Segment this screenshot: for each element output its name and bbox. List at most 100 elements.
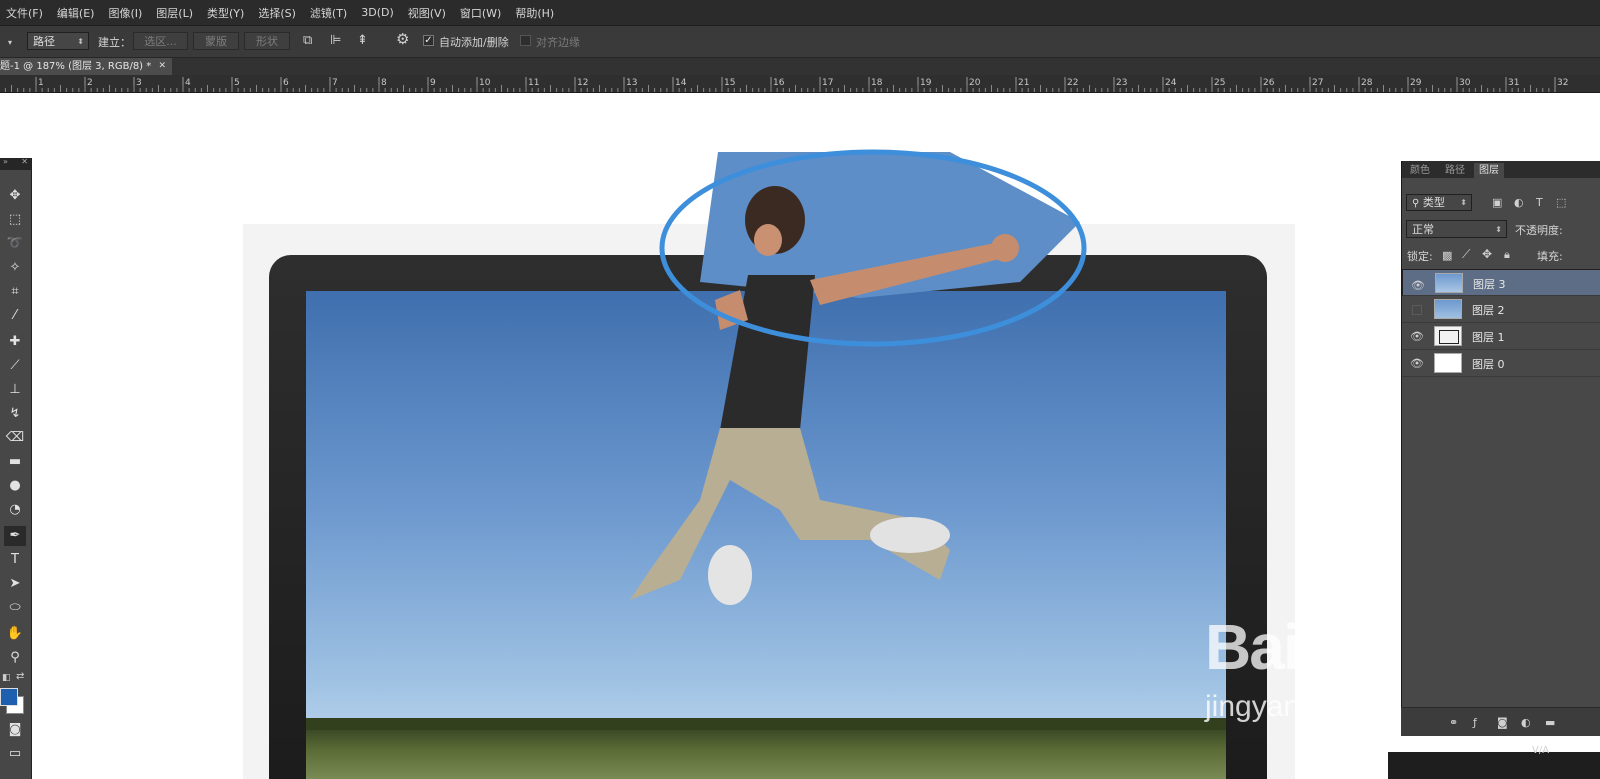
lock-transparency-icon[interactable]: ▩ — [1442, 249, 1452, 262]
auto-add-delete-checkbox[interactable]: ✓ — [423, 35, 434, 46]
layer-thumbnail — [1434, 326, 1462, 346]
close-icon[interactable]: ✕ — [158, 58, 166, 75]
quick-mask-icon[interactable]: ◙ — [4, 720, 26, 740]
marquee-tool-icon[interactable]: ⬚ — [4, 210, 26, 230]
layer-row[interactable]: 👁︎ 图层 3 — [1402, 269, 1600, 296]
healing-tool-icon[interactable]: ✚ — [4, 332, 26, 352]
make-shape-button[interactable]: 形状 — [244, 32, 290, 50]
eye-icon[interactable]: 👁︎ — [1410, 330, 1424, 343]
image-filter-icon[interactable]: ▣ — [1492, 196, 1502, 209]
ruler-label: 23 — [1116, 78, 1127, 88]
adjustment-layer-icon[interactable]: ◐ — [1521, 716, 1531, 729]
lock-pixels-icon[interactable]: ⟋ — [1462, 248, 1470, 261]
lock-position-icon[interactable]: ✥ — [1482, 248, 1492, 261]
menu-select[interactable]: 选择(S) — [251, 5, 303, 21]
gradient-tool-icon[interactable]: ▬ — [4, 452, 26, 472]
dodge-tool-icon[interactable]: ◔ — [4, 500, 26, 520]
tool-preset-arrow-icon[interactable]: ▾ — [8, 36, 12, 49]
layer-name: 图层 1 — [1472, 331, 1505, 344]
menu-bar: 文件(F) 编辑(E) 图像(I) 图层(L) 类型(Y) 选择(S) 滤镜(T… — [0, 0, 1600, 26]
menu-help[interactable]: 帮助(H) — [508, 5, 561, 21]
ruler-label: 3 — [136, 78, 142, 88]
blur-tool-icon[interactable]: ● — [4, 476, 26, 496]
blend-mode-select[interactable]: 正常 ⬍ — [1406, 220, 1507, 238]
horizontal-ruler[interactable]: 1 2 3 4 5 6 7 8 9 10 11 12 13 14 15 16 17 18 19 20 21 22 23 24 2… — [0, 75, 1600, 93]
gear-icon[interactable]: ⚙ — [396, 32, 409, 47]
make-selection-button[interactable]: 选区... — [133, 32, 188, 50]
adjustment-filter-icon[interactable]: ◐ — [1514, 196, 1524, 209]
path-arrangement-icon[interactable]: ⇞ — [357, 34, 368, 47]
hand-tool-icon[interactable]: ✋ — [4, 624, 26, 644]
path-select-tool-icon[interactable]: ➤ — [4, 574, 26, 594]
fx-icon[interactable]: ƒ — [1473, 716, 1477, 729]
menu-file[interactable]: 文件(F) — [0, 5, 50, 21]
ellipse-tool-icon[interactable]: ⬭ — [4, 598, 26, 618]
menu-image[interactable]: 图像(I) — [101, 5, 149, 21]
align-edges-checkbox[interactable] — [520, 35, 531, 46]
zoom-tool-icon[interactable]: ⚲ — [4, 648, 26, 668]
foreground-color-swatch[interactable] — [0, 688, 18, 706]
move-tool-icon[interactable]: ✥ — [4, 186, 26, 206]
ruler-label: 9 — [430, 78, 436, 88]
pen-mode-select[interactable]: 路径 ⬍ — [27, 32, 89, 50]
screen-mode-icon[interactable]: ▭ — [4, 744, 26, 764]
menu-window[interactable]: 窗口(W) — [453, 5, 508, 21]
menu-layer[interactable]: 图层(L) — [149, 5, 200, 21]
magic-wand-tool-icon[interactable]: ✧ — [4, 258, 26, 278]
make-mask-button[interactable]: 蒙版 — [193, 32, 239, 50]
add-mask-icon[interactable]: ◙ — [1497, 716, 1508, 729]
shape-filter-icon[interactable]: ⬚ — [1556, 196, 1566, 209]
layer-filter-value: 类型 — [1422, 196, 1445, 209]
eyedropper-tool-icon[interactable]: ⁄ — [4, 306, 26, 326]
toolbox-header[interactable]: » ✕ — [0, 157, 31, 170]
layers-panel-footer: ⚭ ƒ ◙ ◐ ▬ — [1401, 707, 1600, 736]
lasso-tool-icon[interactable]: ➰ — [4, 234, 26, 254]
eraser-tool-icon[interactable]: ⌫ — [4, 428, 26, 448]
menu-edit[interactable]: 编辑(E) — [50, 5, 102, 21]
layers-panel: 颜色 路径 图层 ⚲ 类型 ⬍ ▣ ◐ T ⬚ 正常 ⬍ 不透明度: 锁定: ▩… — [1401, 161, 1600, 735]
updown-arrow-icon: ⬍ — [1460, 198, 1467, 207]
type-filter-icon[interactable]: T — [1536, 196, 1543, 209]
ruler-label: 31 — [1508, 78, 1519, 88]
history-brush-tool-icon[interactable]: ↯ — [4, 404, 26, 424]
tab-paths[interactable]: 路径 — [1440, 163, 1470, 178]
type-tool-icon[interactable]: T — [4, 550, 26, 570]
collapse-icon[interactable]: » — [3, 157, 8, 166]
layer-row[interactable]: 图层 2 — [1402, 296, 1600, 323]
ruler-label: 22 — [1067, 78, 1078, 88]
tab-layers[interactable]: 图层 — [1474, 163, 1504, 178]
layer-row[interactable]: 👁︎ 图层 0 — [1402, 350, 1600, 377]
ruler-label: 24 — [1165, 78, 1177, 88]
pen-tool-icon[interactable]: ✒ — [4, 526, 26, 546]
crop-tool-icon[interactable]: ⌗ — [4, 282, 26, 302]
close-icon[interactable]: ✕ — [21, 157, 28, 166]
ruler-label: 15 — [724, 78, 735, 88]
layer-row[interactable]: 👁︎ 图层 1 — [1402, 323, 1600, 350]
link-layers-icon[interactable]: ⚭ — [1449, 716, 1458, 729]
character-panel-icon[interactable]: V/A — [1532, 744, 1549, 757]
eye-icon[interactable]: 👁︎ — [1411, 277, 1425, 295]
menu-view[interactable]: 视图(V) — [401, 5, 453, 21]
highlight-ellipse — [659, 149, 1087, 347]
lock-all-icon[interactable]: 🔒︎ — [1504, 248, 1510, 261]
folder-icon[interactable]: ▬ — [1545, 716, 1555, 729]
tab-color[interactable]: 颜色 — [1405, 163, 1435, 178]
path-alignment-icon[interactable]: ⊫ — [330, 34, 341, 47]
menu-3d[interactable]: 3D(D) — [354, 6, 401, 19]
brush-tool-icon[interactable]: ⟋ — [4, 356, 26, 376]
ruler-label: 20 — [969, 78, 981, 88]
visibility-off-box[interactable] — [1412, 305, 1422, 315]
swap-colors-icon[interactable]: ⇄ — [16, 671, 24, 682]
menu-filter[interactable]: 滤镜(T) — [303, 5, 354, 21]
document-tab[interactable]: 题-1 @ 187% (图层 3, RGB/8) * ✕ — [0, 58, 172, 75]
ruler-label: 28 — [1361, 78, 1373, 88]
path-operations-icon[interactable]: ⧉ — [303, 34, 312, 47]
eye-icon[interactable]: 👁︎ — [1410, 357, 1424, 370]
stamp-tool-icon[interactable]: ⊥ — [4, 380, 26, 400]
opacity-label: 不透明度: — [1515, 224, 1563, 237]
default-colors-icon[interactable]: ◧ — [2, 673, 11, 683]
menu-type[interactable]: 类型(Y) — [200, 5, 251, 21]
lock-label: 锁定: — [1407, 250, 1433, 263]
layer-filter-select[interactable]: ⚲ 类型 ⬍ — [1406, 194, 1472, 211]
ruler-label: 8 — [381, 78, 387, 88]
